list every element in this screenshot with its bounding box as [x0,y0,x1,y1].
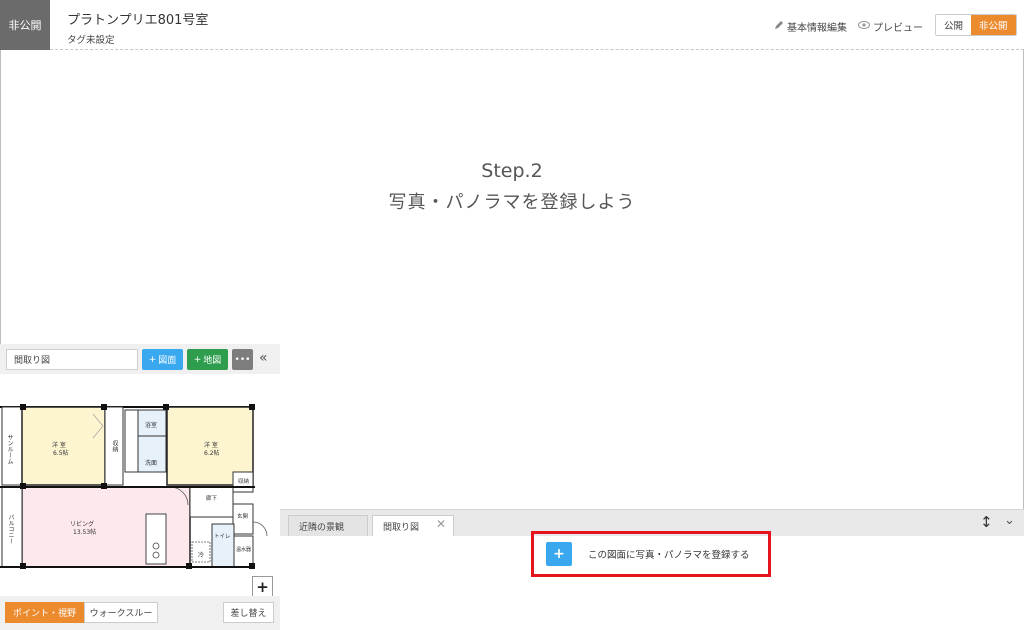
floorplan-select[interactable]: 間取り図 [6,349,138,370]
preview-label: プレビュー [873,23,923,34]
property-title: プラトンプリエ801号室 [67,13,209,28]
chevron-double-down-icon[interactable]: ⌄ [1004,513,1015,528]
room-sunroom-label: サンルーム [6,434,13,464]
add-panorama-button[interactable]: + この図面に写真・パノラマを登録する [546,542,764,566]
room-storage2-label: 収納 [238,479,250,485]
add-plan-button[interactable]: + 図面 [142,349,183,370]
status-badge: 非公開 [0,0,50,50]
more-button[interactable]: ••• [232,349,253,370]
eye-icon [858,21,870,32]
publish-toggle: 公開 非公開 [935,14,1017,36]
floorplan-bottom-bar: ポイント・視野 ウォークスルー 差し替え [0,596,280,630]
header-bar: 非公開 プラトンプリエ801号室 タグ未設定 基本情報編集 プレビュー 公開 非… [0,0,1024,50]
floorplan-drawing [0,404,268,569]
room-living-size: 13.53帖 [73,529,97,536]
pencil-icon [774,20,784,33]
resize-vertical-icon[interactable]: ↕ [980,513,993,531]
room-western1-size: 6.5帖 [53,450,69,457]
plus-icon: + [546,542,572,566]
edit-basic-info-label: 基本情報編集 [787,23,847,34]
point-view-mode-button[interactable]: ポイント・視野 [5,602,84,623]
add-map-label: 地図 [203,356,222,366]
floorplan-image[interactable]: サンルーム 洋 室 6.5帖 収納 浴室 洗面 洋 室 6.2帖 収納 廊下 玄… [0,374,280,596]
replace-button[interactable]: 差し替え [223,602,274,623]
tab-neighbor-view[interactable]: 近隣の景観 [288,515,368,537]
step-title: Step.2 [481,160,543,182]
room-bath-label: 浴室 [145,422,158,429]
edit-basic-info-link[interactable]: 基本情報編集 [774,19,847,34]
step-subtitle: 写真・パノラマを登録しよう [388,192,636,213]
unpublish-button[interactable]: 非公開 [971,15,1016,35]
room-balcony-label: バルコニー [7,514,14,544]
floorplan-toolbar: 間取り図 + 図面 + 地図 ••• « [0,344,280,374]
room-toilet-label: トイレ [214,534,231,540]
room-entrance-label: 玄関 [237,514,249,520]
zoom-in-button[interactable]: + [252,576,273,596]
floorplan-panel: 間取り図 + 図面 + 地図 ••• « サンルーム 洋 室 6.5帖 収納 浴… [0,344,280,630]
publish-button[interactable]: 公開 [936,15,972,35]
tag-label[interactable]: タグ未設定 [67,32,115,46]
room-corridor-label: 廊下 [206,496,218,502]
room-western2-size: 6.2帖 [204,450,220,457]
add-map-button[interactable]: + 地図 [187,349,228,370]
walkthrough-mode-button[interactable]: ウォークスルー [84,602,158,623]
room-wash-label: 洗面 [145,460,158,467]
close-icon[interactable]: ✕ [436,517,446,531]
preview-link[interactable]: プレビュー [858,19,923,34]
plus-icon: + [193,354,202,365]
room-storage1-label: 収納 [111,440,118,452]
collapse-left-icon[interactable]: « [259,350,268,366]
room-fridge-label: 冷 [198,552,205,559]
add-plan-label: 図面 [158,356,177,366]
room-water-heater-label: 温水器 [236,547,252,553]
plus-icon: + [148,354,157,365]
add-panorama-label: この図面に写真・パノラマを登録する [588,550,750,561]
